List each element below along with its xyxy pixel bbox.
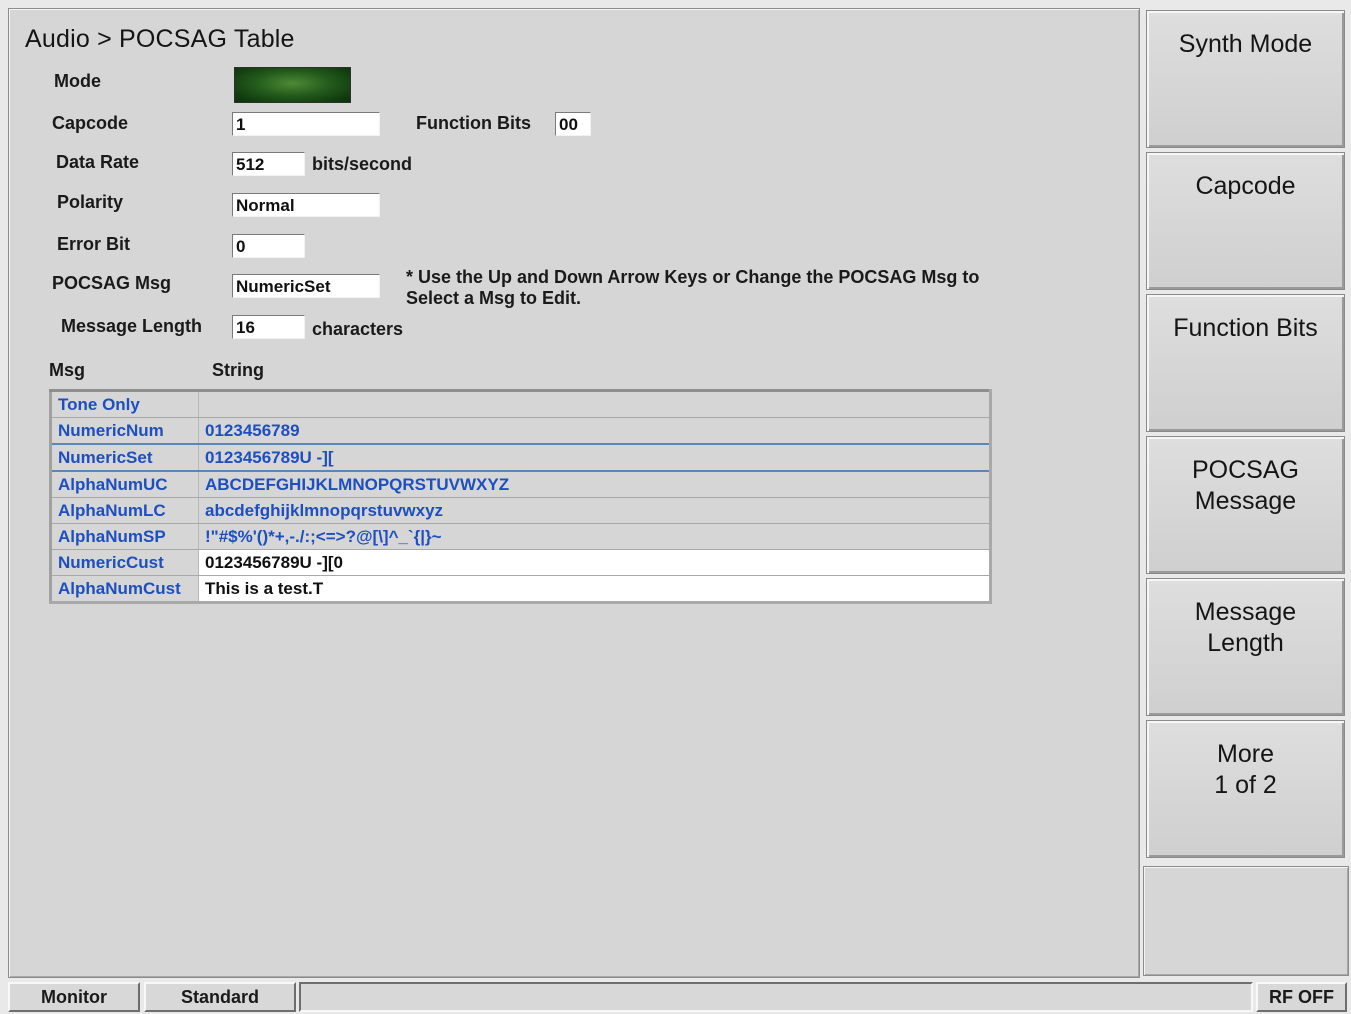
polarity-label: Polarity xyxy=(57,192,124,212)
page-title: Audio > POCSAG Table xyxy=(25,25,295,53)
main-panel: Audio > POCSAG Table Mode Capcode 1 Func… xyxy=(8,8,1140,978)
table-row[interactable]: NumericNum 0123456789 xyxy=(50,417,991,445)
table-row[interactable]: NumericCust 0123456789U -][0 xyxy=(50,549,991,576)
table-row-selected[interactable]: NumericSet 0123456789U -][ xyxy=(49,443,992,472)
msg-string-cell[interactable]: !"#$%'()*+,-./:;<=>?@[\]^_`{|}~ xyxy=(198,523,991,550)
error-bit-label: Error Bit xyxy=(57,234,131,254)
msg-string-cell[interactable] xyxy=(198,390,991,418)
msg-name-cell[interactable]: Tone Only xyxy=(50,390,199,418)
message-length-softkey[interactable]: Message Length xyxy=(1146,578,1345,716)
msg-string-cell-editable[interactable]: 0123456789U -][0 xyxy=(198,549,991,576)
message-length-unit: characters xyxy=(312,319,404,339)
softkey-label: 1 of 2 xyxy=(1214,771,1277,799)
table-row[interactable]: AlphaNumCust This is a test.T xyxy=(50,575,991,603)
msg-name-cell[interactable]: AlphaNumCust xyxy=(50,575,199,603)
msg-name-cell[interactable]: NumericNum xyxy=(50,417,199,445)
msg-string-cell[interactable]: abcdefghijklmnopqrstuvwxyz xyxy=(198,497,991,524)
table-row[interactable]: AlphaNumUC ABCDEFGHIJKLMNOPQRSTUVWXYZ xyxy=(50,470,991,498)
capcode-field[interactable]: 1 xyxy=(232,112,380,136)
softkey-label: Message xyxy=(1194,487,1297,515)
synth-mode-softkey[interactable]: Synth Mode xyxy=(1146,10,1345,148)
msg-string-cell[interactable]: ABCDEFGHIJKLMNOPQRSTUVWXYZ xyxy=(198,470,991,498)
message-length-field[interactable]: 16 xyxy=(232,315,305,339)
softkey-label: Message xyxy=(1194,598,1297,626)
monitor-status-button[interactable]: Monitor xyxy=(8,982,140,1012)
status-bar: Monitor Standard RF OFF xyxy=(0,978,1351,1014)
polarity-field[interactable]: Normal xyxy=(232,193,380,217)
data-rate-label: Data Rate xyxy=(56,152,140,172)
softkey-label: Capcode xyxy=(1195,172,1296,200)
softkey-label: Synth Mode xyxy=(1178,30,1313,58)
pocsag-msg-field[interactable]: NumericSet xyxy=(232,274,380,298)
blank-panel xyxy=(1143,866,1349,976)
capcode-softkey[interactable]: Capcode xyxy=(1146,152,1345,290)
standard-status-button[interactable]: Standard xyxy=(144,982,296,1012)
softkey-label: More xyxy=(1217,740,1274,768)
pocsag-msg-label: POCSAG Msg xyxy=(52,273,172,293)
message-length-label: Message Length xyxy=(61,316,203,336)
capcode-label: Capcode xyxy=(52,113,129,133)
column-header-string: String xyxy=(212,360,264,380)
msg-name-cell[interactable]: AlphaNumSP xyxy=(50,523,199,550)
mode-label: Mode xyxy=(54,71,101,91)
more-softkey[interactable]: More 1 of 2 xyxy=(1146,720,1345,858)
msg-string-cell[interactable]: 0123456789U -][ xyxy=(198,443,992,472)
softkey-label: Length xyxy=(1207,629,1284,657)
status-message-area xyxy=(299,982,1253,1012)
msg-name-cell[interactable]: NumericSet xyxy=(49,443,199,472)
msg-name-cell[interactable]: AlphaNumUC xyxy=(50,470,199,498)
edit-hint-note: * Use the Up and Down Arrow Keys or Chan… xyxy=(406,267,980,308)
function-bits-field[interactable]: 00 xyxy=(555,112,591,136)
function-bits-softkey[interactable]: Function Bits xyxy=(1146,294,1345,432)
table-row[interactable]: AlphaNumLC abcdefghijklmnopqrstuvwxyz xyxy=(50,497,991,524)
data-rate-unit: bits/second xyxy=(312,154,413,174)
error-bit-field[interactable]: 0 xyxy=(232,234,305,258)
column-header-msg: Msg xyxy=(49,360,85,380)
softkey-label: Function Bits xyxy=(1173,314,1318,342)
mode-indicator[interactable] xyxy=(234,67,351,103)
table-row[interactable]: AlphaNumSP !"#$%'()*+,-./:;<=>?@[\]^_`{|… xyxy=(50,523,991,550)
data-rate-field[interactable]: 512 xyxy=(232,152,305,176)
msg-name-cell[interactable]: NumericCust xyxy=(50,549,199,576)
function-bits-label: Function Bits xyxy=(416,113,531,133)
msg-name-cell[interactable]: AlphaNumLC xyxy=(50,497,199,524)
pocsag-message-softkey[interactable]: POCSAG Message xyxy=(1146,436,1345,574)
softkey-label: POCSAG xyxy=(1192,456,1299,484)
rf-status-indicator: RF OFF xyxy=(1256,982,1347,1012)
msg-string-cell[interactable]: 0123456789 xyxy=(198,417,991,445)
table-row[interactable]: Tone Only xyxy=(50,390,991,418)
msg-string-cell-editable[interactable]: This is a test.T xyxy=(198,575,991,603)
pocsag-message-table: Tone Only NumericNum 0123456789 NumericS… xyxy=(49,389,992,604)
